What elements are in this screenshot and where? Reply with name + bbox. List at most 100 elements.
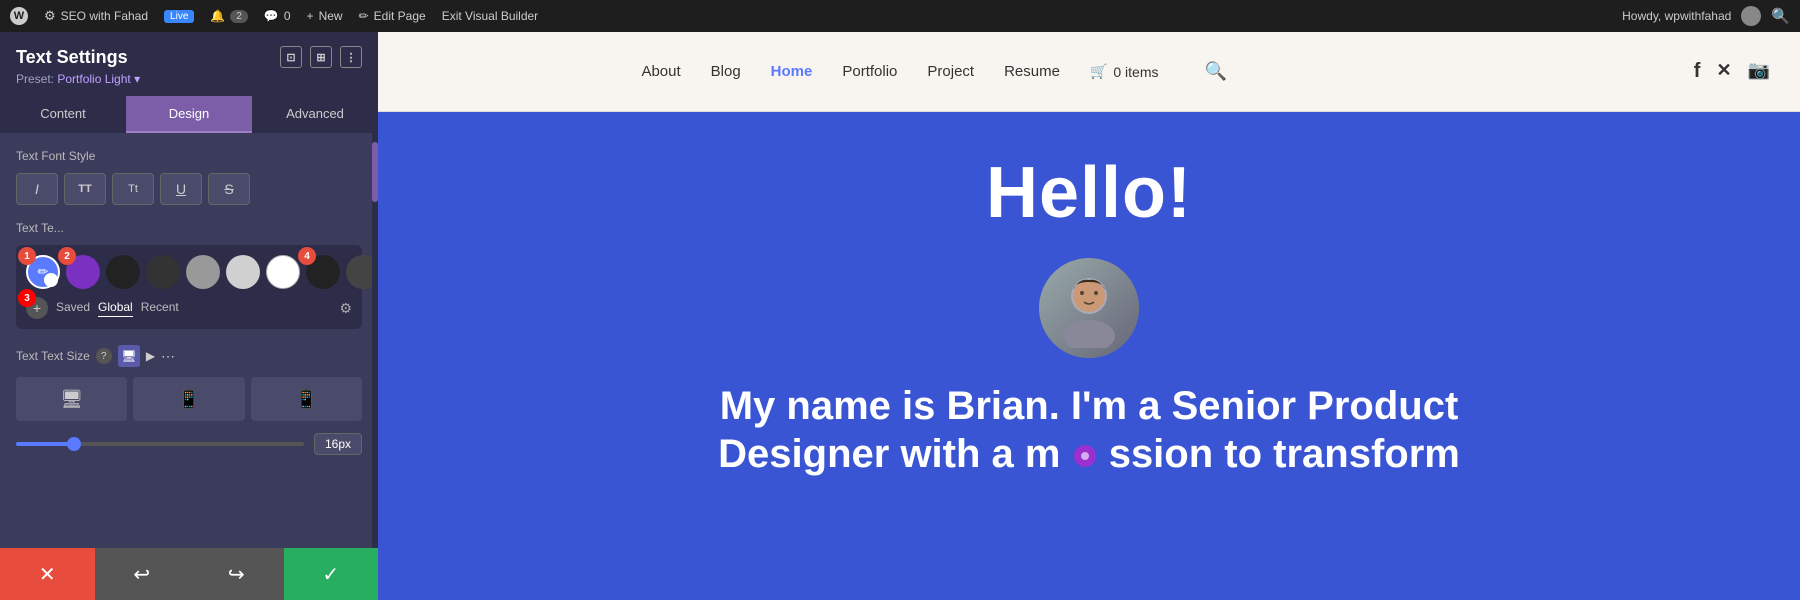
tablet-icon: 📱 (178, 389, 200, 410)
more-options-icon[interactable]: ⋮ (340, 46, 362, 68)
nav-search-icon[interactable]: 🔍 (1205, 61, 1227, 82)
color-swatch-4[interactable] (146, 255, 180, 289)
site-nav: About Blog Home Portfolio Project Resume… (378, 32, 1800, 112)
size-header-row: Text Text Size ? 🖥 ▶ ⋯ (16, 345, 362, 367)
instagram-icon[interactable]: 📷 (1748, 60, 1770, 83)
italic-button[interactable]: I (16, 173, 58, 205)
comments-item[interactable]: 💬 0 (264, 9, 291, 23)
exit-builder-button[interactable]: Exit Visual Builder (442, 9, 539, 23)
facebook-icon[interactable]: f (1694, 60, 1701, 83)
badge-3: 3 (18, 289, 36, 307)
arrow-right-icon[interactable]: ▶ (146, 349, 155, 363)
live-badge: Live (164, 10, 194, 23)
nav-resume[interactable]: Resume (1004, 63, 1060, 80)
color-swatch-6[interactable] (226, 255, 260, 289)
cancel-button[interactable]: ✕ (0, 548, 95, 600)
preset-name[interactable]: Portfolio Light ▾ (57, 72, 140, 86)
live-button[interactable]: Live (164, 10, 194, 23)
nav-home[interactable]: Home (771, 63, 813, 80)
nav-cart[interactable]: 🛒 0 items (1090, 63, 1159, 80)
font-style-label: Text Font Style (16, 149, 362, 163)
site-name-item[interactable]: ⚙ SEO with Fahad (44, 8, 148, 24)
global-tab[interactable]: Global (98, 300, 133, 317)
font-style-section: Text Font Style I TT Tt U S (16, 149, 362, 205)
size-slider[interactable] (16, 442, 304, 446)
text-color-label: Text Te... (16, 221, 362, 235)
color-swatch-7[interactable] (266, 255, 300, 289)
mobile-size-btn[interactable]: 📱 (251, 377, 362, 421)
avatar[interactable] (1741, 6, 1761, 26)
pencil-overlay (44, 273, 58, 287)
comments-label: 0 (284, 9, 291, 23)
new-button[interactable]: + New (307, 9, 343, 23)
tab-advanced[interactable]: Advanced (252, 96, 378, 133)
color-swatch-5[interactable] (186, 255, 220, 289)
search-icon[interactable]: 🔍 (1771, 7, 1790, 25)
panel-title-text: Text Settings (16, 47, 128, 68)
subtitle-line2: Designer with a m ssion to transform (718, 432, 1460, 476)
notifications-count: 2 (230, 10, 248, 23)
expand-icon[interactable]: ⊞ (310, 46, 332, 68)
nav-blog[interactable]: Blog (711, 63, 741, 80)
nav-project[interactable]: Project (927, 63, 974, 80)
minimize-icon[interactable]: ⊡ (280, 46, 302, 68)
hero-subtitle: My name is Brian. I'm a Senior Product D… (688, 382, 1490, 478)
tablet-size-btn[interactable]: 📱 (133, 377, 244, 421)
desktop-size-btn[interactable]: 🖥 (16, 377, 127, 421)
person-svg (1049, 268, 1129, 348)
bell-icon: 🔔 (210, 9, 225, 23)
plus-icon: + (307, 9, 314, 23)
comment-icon: 💬 (264, 9, 279, 23)
panel-header-icons: ⊡ ⊞ ⋮ (280, 46, 362, 68)
panel-body: Text Font Style I TT Tt U S Text Te... (0, 133, 378, 548)
redo-button[interactable]: ↪ (189, 548, 284, 600)
bottom-action-bar: ✕ ↩ ↪ ✓ (0, 548, 378, 600)
purple-dot-wrap (1072, 430, 1098, 478)
nav-about[interactable]: About (641, 63, 680, 80)
admin-bar-right: Howdy, wpwithfahad 🔍 (1622, 6, 1790, 26)
uppercase-button[interactable]: TT (64, 173, 106, 205)
swatch-1-wrap: 1 ✏ (26, 255, 60, 289)
new-label: New (319, 9, 343, 23)
slider-value[interactable]: 16px (314, 433, 362, 455)
text-size-section: Text Text Size ? 🖥 ▶ ⋯ 🖥 📱 📱 (16, 345, 362, 455)
font-style-buttons: I TT Tt U S (16, 173, 362, 205)
saved-tab[interactable]: Saved (56, 300, 90, 316)
admin-bar: W ⚙ SEO with Fahad Live 🔔 2 💬 0 + New ✏ … (0, 0, 1800, 32)
edit-page-button[interactable]: ✏ Edit Page (359, 9, 426, 23)
panel-header: Text Settings ⊡ ⊞ ⋮ Preset: Portfolio Li… (0, 32, 378, 96)
recent-tab[interactable]: Recent (141, 300, 179, 316)
slider-thumb[interactable] (67, 437, 81, 451)
exit-builder-label: Exit Visual Builder (442, 9, 539, 23)
panel-title-row: Text Settings ⊡ ⊞ ⋮ (16, 46, 362, 68)
howdy-label: Howdy, wpwithfahad (1622, 9, 1731, 23)
nav-portfolio[interactable]: Portfolio (842, 63, 897, 80)
site-name-label: SEO with Fahad (61, 9, 148, 23)
hero-avatar (1039, 258, 1139, 358)
strikethrough-button[interactable]: S (208, 173, 250, 205)
edit-icon: ✏ (359, 9, 369, 23)
wp-logo-icon: W (10, 7, 28, 25)
subtitle-line1: My name is Brian. I'm a Senior Product (720, 384, 1459, 428)
preset-label: Preset: Portfolio Light ▾ (16, 72, 362, 86)
color-settings-icon[interactable]: ⚙ (339, 300, 352, 317)
text-color-section: Text Te... 1 ✏ (16, 221, 362, 329)
device-icon[interactable]: 🖥 (118, 345, 140, 367)
edit-page-label: Edit Page (374, 9, 426, 23)
undo-button[interactable]: ↩ (95, 548, 190, 600)
color-swatch-3[interactable] (106, 255, 140, 289)
tab-design[interactable]: Design (126, 96, 252, 133)
capitalize-button[interactable]: Tt (112, 173, 154, 205)
help-icon[interactable]: ? (96, 348, 112, 364)
swatch-2-wrap: 2 (66, 255, 100, 289)
right-content: About Blog Home Portfolio Project Resume… (378, 32, 1800, 600)
slider-row: 16px (16, 433, 362, 455)
more-icon[interactable]: ⋯ (161, 348, 175, 365)
wp-logo-button[interactable]: W (10, 7, 28, 25)
twitter-icon[interactable]: ✕ (1716, 60, 1731, 83)
tab-content[interactable]: Content (0, 96, 126, 133)
notifications-item[interactable]: 🔔 2 (210, 9, 248, 23)
underline-button[interactable]: U (160, 173, 202, 205)
badge-1: 1 (18, 247, 36, 265)
save-button[interactable]: ✓ (284, 548, 379, 600)
